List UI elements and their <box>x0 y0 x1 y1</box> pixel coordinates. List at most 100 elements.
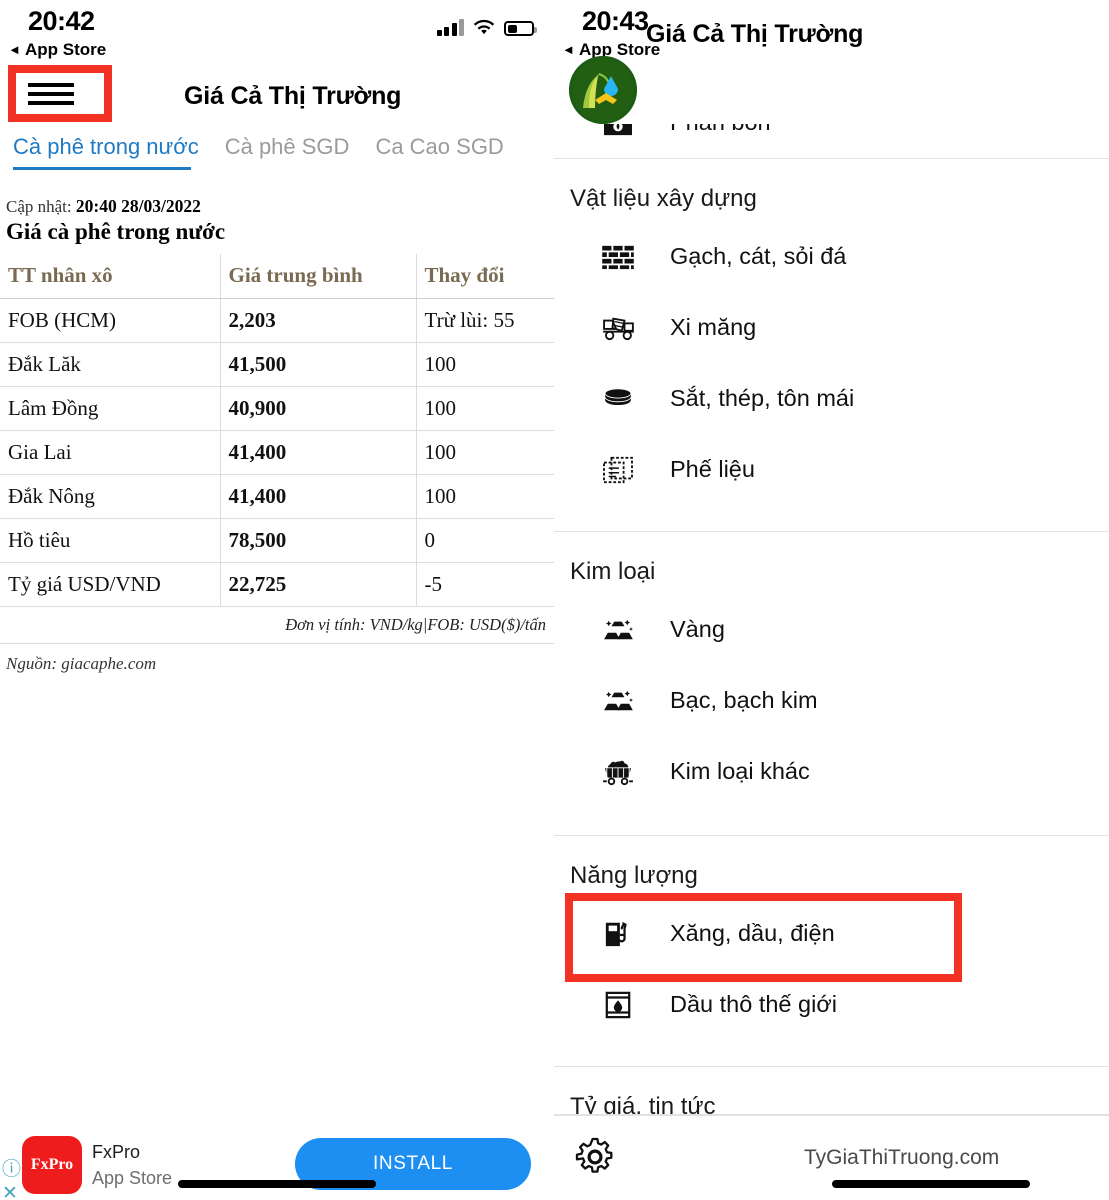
tab-label: Ca Cao SGD <box>375 134 504 159</box>
back-label: App Store <box>24 40 107 59</box>
group-title-vat-lieu-xay-dung: Vật liệu xây dựng <box>570 185 757 212</box>
left-phone-screen: 20:42 ◄ App Store Giá Cả Thị Trường Cà p… <box>0 0 554 1200</box>
fxpro-ad-banner[interactable]: ⓘ ✕ FxPro FxPro App Store INSTALL <box>0 1128 554 1200</box>
close-icon[interactable]: ✕ <box>2 1184 18 1200</box>
column-header-market: TT nhân xô <box>0 254 221 299</box>
screenshot-root: 20:42 ◄ App Store Giá Cả Thị Trường Cà p… <box>0 0 1109 1200</box>
info-icon[interactable]: ⓘ <box>2 1160 21 1179</box>
navigation-drawer: 20:43 ◄ App Store Giá Cả Thị Trường Vật … <box>554 0 1109 1200</box>
menu-item-label: Dầu thô thế giới <box>670 991 837 1017</box>
status-indicators-left <box>436 19 537 36</box>
menu-item-sat-thep-ton-mai[interactable]: Sắt, thép, tôn mái <box>554 363 1109 434</box>
right-phone-screen: Cà phê trong nước Cà phê SGD Ca Cao SGD … <box>554 0 1109 1200</box>
table-header-row: TT nhân xô Giá trung bình Thay đổi <box>0 254 554 299</box>
cell-market: FOB (HCM) <box>0 298 221 343</box>
cell-price: 41,500 <box>220 342 417 387</box>
tab-ca-phe-trong-nuoc[interactable]: Cà phê trong nước <box>13 134 199 174</box>
battery-low-icon <box>504 21 537 36</box>
table-row: Lâm Đồng 40,900 100 <box>0 386 554 431</box>
menu-item-label: Bạc, bạch kim <box>670 687 818 713</box>
menu-item-label: Phân bón <box>670 124 771 136</box>
cell-market: Đắk Lăk <box>0 342 221 387</box>
status-bar-left: 20:42 ◄ App Store <box>0 0 554 62</box>
price-table-body: FOB (HCM) 2,203 Trừ lùi: 55 Đắk Lăk 41,5… <box>0 298 554 607</box>
hamburger-menu-icon[interactable] <box>28 83 74 105</box>
fuel-pump-icon <box>596 916 640 952</box>
page-title: Giá Cả Thị Trường <box>184 82 402 110</box>
site-label: TyGiaThiTruong.com <box>804 1146 1000 1169</box>
silver-bars-icon <box>596 683 640 719</box>
tab-bar: Cà phê trong nước Cà phê SGD Ca Cao SGD <box>0 134 554 182</box>
cell-change: 100 <box>416 342 554 387</box>
price-table: TT nhân xô Giá trung bình Thay đổi FOB (… <box>0 254 554 607</box>
table-row: Tỷ giá USD/VND 22,725 -5 <box>0 562 554 607</box>
brick-wall-icon <box>596 239 640 275</box>
table-row: Đắk Nông 41,400 100 <box>0 474 554 519</box>
menu-item-dau-tho-the-gioi[interactable]: Dầu thô thế giới <box>554 969 1109 1040</box>
status-time: 20:43 <box>582 6 649 36</box>
price-content: Cập nhật: 20:40 28/03/2022 Giá cà phê tr… <box>0 196 554 674</box>
menu-item-kim-loai-khac[interactable]: Kim loại khác <box>554 736 1109 807</box>
menu-item[interactable]: Phân bón <box>554 124 1109 158</box>
oil-barrel-icon <box>596 987 640 1023</box>
home-indicator <box>832 1180 1030 1188</box>
group-title-kim-loai: Kim loại <box>570 558 656 585</box>
back-to-app-store-link[interactable]: ◄ App Store <box>8 40 106 60</box>
cell-price: 2,203 <box>220 298 417 343</box>
cell-price: 22,725 <box>220 562 417 607</box>
cell-change: 100 <box>416 386 554 431</box>
drawer-footer: TyGiaThiTruong.com <box>554 1115 1109 1200</box>
updated-prefix: Cập nhật: <box>6 197 72 216</box>
clipped-menu-item-phan-bon[interactable]: Phân bón <box>554 124 1109 158</box>
cell-price: 41,400 <box>220 474 417 519</box>
unit-footnote: Đơn vị tính: VND/kg|FOB: USD($)/tấn <box>0 607 554 644</box>
menu-item-label: Xi măng <box>670 314 757 340</box>
fxpro-app-icon: FxPro <box>22 1136 82 1194</box>
menu-item-label: Kim loại khác <box>670 758 810 784</box>
table-row: Hồ tiêu 78,500 0 <box>0 518 554 563</box>
table-row: Đắk Lăk 41,500 100 <box>0 342 554 387</box>
source-note: Nguồn: giacaphe.com <box>6 654 157 673</box>
tab-ca-cao-sgd[interactable]: Ca Cao SGD <box>375 134 503 174</box>
column-header-change: Thay đổi <box>416 254 554 299</box>
menu-item-phe-lieu[interactable]: Phế liệu <box>554 434 1109 505</box>
menu-item-label: Phế liệu <box>670 456 755 482</box>
ad-app-subtitle: App Store <box>92 1168 173 1188</box>
cell-market: Hồ tiêu <box>0 518 221 563</box>
group-title-nang-luong: Năng lượng <box>570 862 698 889</box>
scrap-material-icon <box>596 452 640 488</box>
app-bar-left: Giá Cả Thị Trường <box>0 62 554 132</box>
column-header-avg-price: Giá trung bình <box>220 254 417 299</box>
tab-ca-phe-sgd[interactable]: Cà phê SGD <box>225 134 350 174</box>
drawer-menu-list: Phân bón Vật liệu xây dựng <box>554 124 1109 1200</box>
cell-change: -5 <box>416 562 554 607</box>
menu-item-vang[interactable]: Vàng <box>554 594 1109 665</box>
home-indicator <box>178 1180 376 1188</box>
menu-item-label: Vàng <box>670 616 725 642</box>
table-row: Gia Lai 41,400 100 <box>0 430 554 475</box>
cell-market: Tỷ giá USD/VND <box>0 562 221 607</box>
menu-item-label: Gạch, cát, sỏi đá <box>670 243 847 269</box>
cell-change: Trừ lùi: 55 <box>416 298 554 343</box>
cell-market: Gia Lai <box>0 430 221 475</box>
wifi-icon <box>473 19 495 36</box>
back-caret-icon: ◄ <box>562 42 575 57</box>
table-row: FOB (HCM) 2,203 Trừ lùi: 55 <box>0 298 554 343</box>
gear-icon[interactable] <box>574 1136 616 1178</box>
cell-market: Đắk Nông <box>0 474 221 519</box>
tab-label: Cà phê SGD <box>224 134 350 159</box>
menu-item-label: Sắt, thép, tôn mái <box>670 385 855 411</box>
cell-change: 100 <box>416 430 554 475</box>
tab-label: Cà phê trong nước <box>13 134 199 159</box>
cell-price: 41,400 <box>220 430 417 475</box>
menu-item-xang-dau-dien[interactable]: Xăng, dầu, điện <box>554 898 1109 969</box>
ad-app-name: FxPro <box>92 1142 141 1162</box>
back-caret-icon: ◄ <box>8 42 21 57</box>
menu-item-bac-bach-kim[interactable]: Bạc, bạch kim <box>554 665 1109 736</box>
menu-item-xi-mang[interactable]: Xi măng <box>554 292 1109 363</box>
menu-item-label: Xăng, dầu, điện <box>670 920 835 946</box>
cell-change: 0 <box>416 518 554 563</box>
section-title: Giá cà phê trong nước <box>6 219 226 244</box>
menu-item-gach-cat-soi-da[interactable]: Gạch, cát, sỏi đá <box>554 221 1109 292</box>
cellular-bars-icon <box>436 19 464 36</box>
